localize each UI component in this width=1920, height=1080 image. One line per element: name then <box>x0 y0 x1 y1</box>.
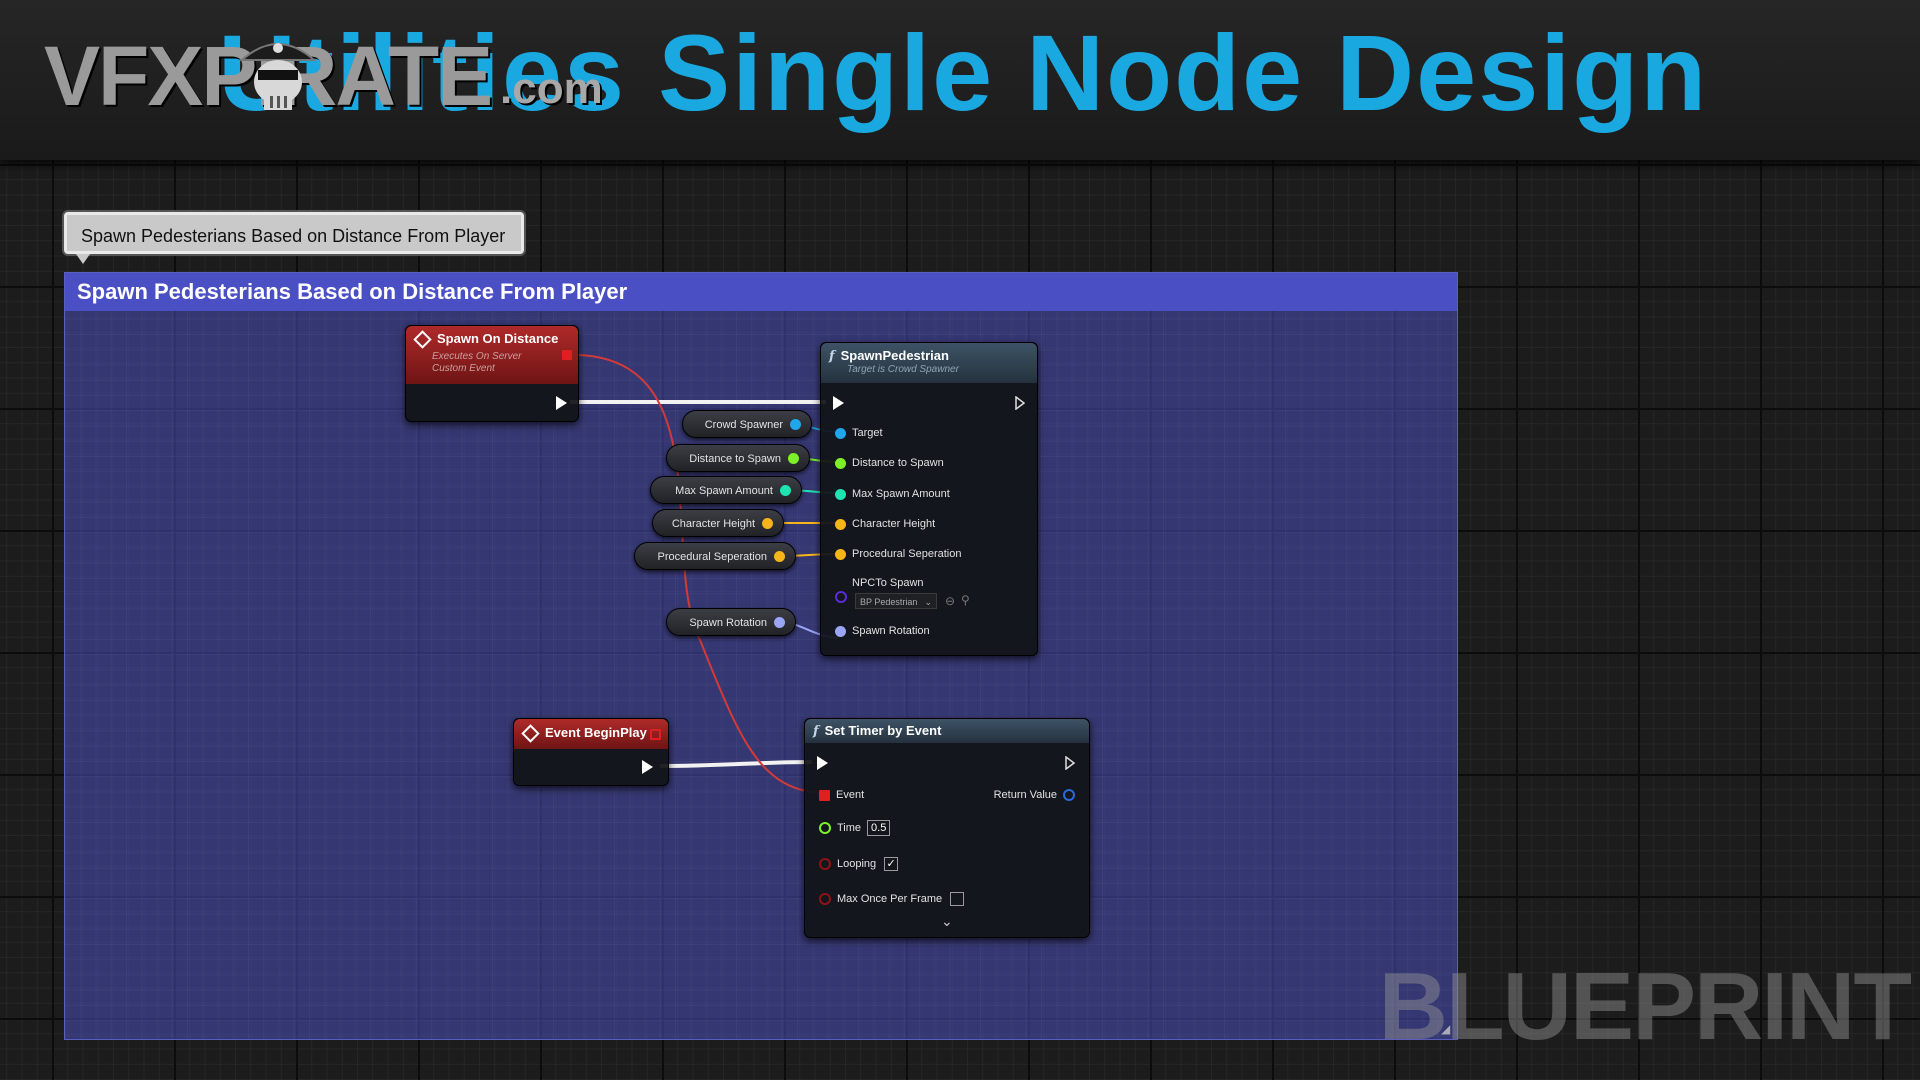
pin-label: Event <box>836 789 865 801</box>
exec-in-pin[interactable] <box>817 756 828 770</box>
comment-bubble[interactable]: Spawn Pedesterians Based on Distance Fro… <box>64 212 524 254</box>
event-icon <box>413 330 432 349</box>
pin-time[interactable]: Time 0.5 <box>819 820 891 836</box>
struct-pin[interactable] <box>774 551 785 562</box>
pin-label: NPCTo Spawn <box>852 577 924 589</box>
expand-chevron-icon[interactable]: ⌄ <box>941 913 953 930</box>
var-label: Max Spawn Amount <box>675 485 773 497</box>
pin-label: Character Height <box>852 518 936 530</box>
node-subtitle: Custom Event <box>432 363 495 375</box>
node-event-beginplay[interactable]: Event BeginPlay <box>513 718 669 786</box>
pin-looping[interactable]: Looping ✓ <box>819 856 899 872</box>
var-distance-to-spawn[interactable]: Distance to Spawn <box>666 444 810 472</box>
pin-npc-label: NPCTo Spawn <box>852 575 924 591</box>
bool-pin[interactable] <box>819 893 831 906</box>
function-icon: f <box>829 349 835 364</box>
pin-label: Distance to Spawn <box>852 457 944 469</box>
var-label: Character Height <box>671 518 755 530</box>
node-title: Event BeginPlay <box>545 725 647 740</box>
struct-pin[interactable] <box>835 518 846 530</box>
var-label: Distance to Spawn <box>689 453 781 465</box>
bool-pin[interactable] <box>819 858 831 871</box>
comment-bubble-tail <box>76 254 90 264</box>
exec-out-pin[interactable] <box>556 396 567 410</box>
function-icon: f <box>813 724 819 739</box>
var-crowd-spawner[interactable]: Crowd Spawner <box>682 410 812 438</box>
time-input[interactable]: 0.5 <box>867 820 891 836</box>
struct-pin[interactable] <box>835 548 846 560</box>
title-banner: Utilities Single Node Design VFXPIRATE .… <box>0 0 1920 160</box>
delegate-pin[interactable] <box>819 789 830 801</box>
node-title: SpawnPedestrian <box>840 348 949 363</box>
object-pin[interactable] <box>790 419 801 430</box>
pin-label: Max Spawn Amount <box>852 488 950 500</box>
var-spawn-rotation[interactable]: Spawn Rotation <box>666 608 796 636</box>
pin-event[interactable]: Event <box>819 787 864 803</box>
float-pin[interactable] <box>788 453 799 464</box>
var-label: Crowd Spawner <box>704 419 783 431</box>
looping-checkbox[interactable]: ✓ <box>884 857 899 872</box>
pin-label: Time <box>837 822 862 834</box>
node-header[interactable]: Event BeginPlay <box>514 719 668 749</box>
class-pin[interactable] <box>835 591 847 603</box>
pin-label: Looping <box>837 858 877 870</box>
rotator-pin[interactable] <box>774 617 785 628</box>
use-selected-icon[interactable]: ⊖ <box>945 594 955 608</box>
node-subtitle: Target is Crowd Spawner <box>847 364 959 375</box>
exec-out-pin[interactable] <box>1065 756 1075 770</box>
var-label: Procedural Seperation <box>657 551 767 563</box>
blueprint-watermark: BLUEPRINT <box>1378 953 1912 1060</box>
struct-pin[interactable] <box>762 518 773 529</box>
delegate-pin[interactable] <box>650 729 661 740</box>
pin-label: Target <box>852 427 883 439</box>
node-header[interactable]: f SpawnPedestrian Target is Crowd Spawner <box>821 343 1037 383</box>
var-label: Spawn Rotation <box>689 617 767 629</box>
logo-suffix: .com <box>500 64 603 113</box>
pin-label: Spawn Rotation <box>852 625 930 637</box>
object-pin[interactable] <box>835 427 846 439</box>
float-pin[interactable] <box>819 822 831 835</box>
node-header[interactable]: f Set Timer by Event <box>805 719 1089 743</box>
pin-separation[interactable]: Procedural Seperation <box>835 546 961 562</box>
node-title: Spawn On Distance <box>437 331 559 346</box>
pin-rotation[interactable]: Spawn Rotation <box>835 623 930 639</box>
node-spawn-pedestrian[interactable]: f SpawnPedestrian Target is Crowd Spawner… <box>820 342 1038 656</box>
pin-distance[interactable]: Distance to Spawn <box>835 455 944 471</box>
pin-max-once[interactable]: Max Once Per Frame <box>819 891 965 907</box>
node-header[interactable]: Spawn On Distance Executes On Server Cus… <box>406 326 578 384</box>
event-icon <box>521 724 540 743</box>
float-pin[interactable] <box>835 457 846 469</box>
pin-label: Return Value <box>993 789 1057 801</box>
comment-header[interactable]: Spawn Pedesterians Based on Distance Fro… <box>65 273 1457 311</box>
var-max-spawn-amount[interactable]: Max Spawn Amount <box>650 476 802 504</box>
browse-icon[interactable]: ⚲ <box>961 593 970 607</box>
node-title: Set Timer by Event <box>824 723 942 738</box>
pin-return-value[interactable]: Return Value <box>994 787 1075 803</box>
pirate-skull-icon <box>239 43 317 110</box>
var-procedural-seperation[interactable]: Procedural Seperation <box>634 542 796 570</box>
node-subtitle: Executes On Server <box>432 351 522 363</box>
npc-class-dropdown[interactable]: BP Pedestrian ⌄ <box>855 593 937 609</box>
max-once-checkbox[interactable] <box>950 892 965 907</box>
int-pin[interactable] <box>780 485 791 496</box>
exec-in-pin[interactable] <box>833 396 844 410</box>
pin-label: Max Once Per Frame <box>837 893 943 905</box>
dropdown-value: BP Pedestrian <box>860 597 918 607</box>
pin-max-amount[interactable]: Max Spawn Amount <box>835 486 950 502</box>
exec-out-pin[interactable] <box>642 760 653 774</box>
var-character-height[interactable]: Character Height <box>652 509 784 537</box>
chevron-down-icon: ⌄ <box>924 597 932 607</box>
pin-label: Procedural Seperation <box>852 548 962 560</box>
rotator-pin[interactable] <box>835 625 846 637</box>
comment-box[interactable]: Spawn Pedesterians Based on Distance Fro… <box>64 272 1458 1040</box>
pin-target[interactable]: Target <box>835 425 883 441</box>
node-set-timer-by-event[interactable]: f Set Timer by Event Event Return Value T… <box>804 718 1090 938</box>
struct-out-pin[interactable] <box>1063 789 1075 802</box>
exec-out-pin[interactable] <box>1015 396 1025 410</box>
int-pin[interactable] <box>835 488 846 500</box>
delegate-pin[interactable] <box>562 350 572 360</box>
pin-height[interactable]: Character Height <box>835 516 935 532</box>
node-spawn-on-distance[interactable]: Spawn On Distance Executes On Server Cus… <box>405 325 579 422</box>
